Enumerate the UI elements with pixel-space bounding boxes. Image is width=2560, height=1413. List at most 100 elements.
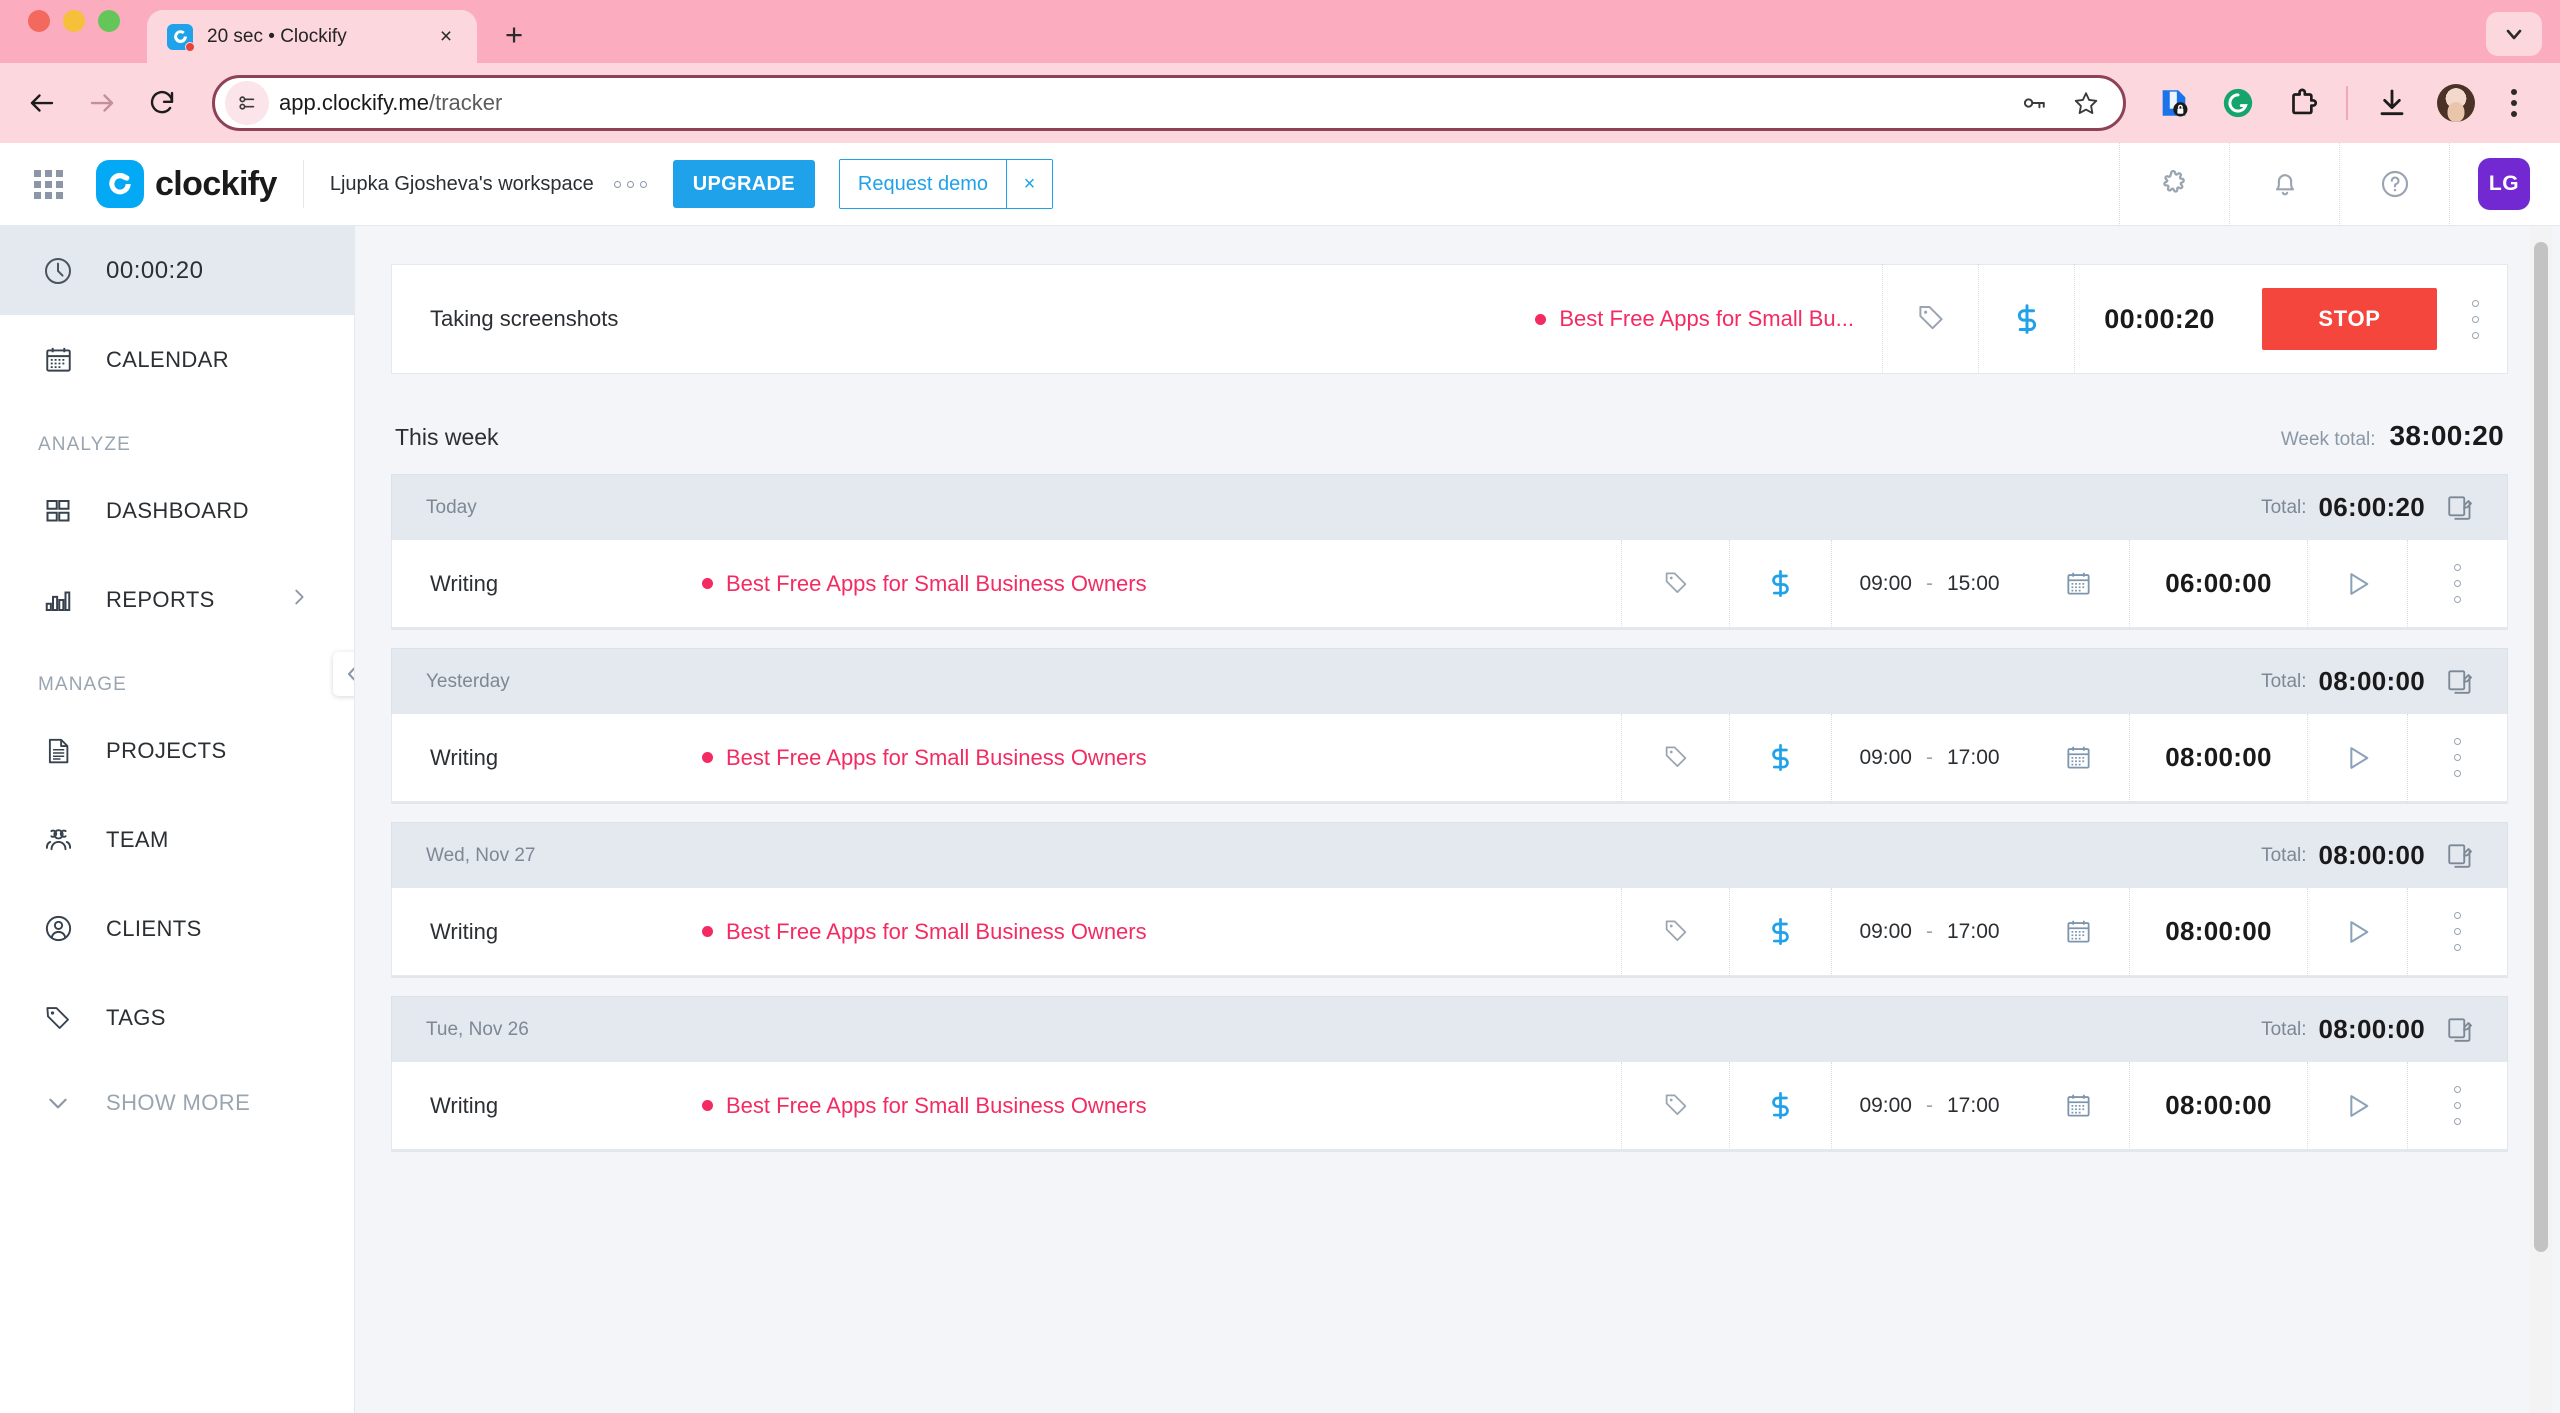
entry-description[interactable]: Writing — [392, 919, 702, 945]
entry-date-picker-icon[interactable] — [2027, 888, 2129, 976]
entry-project-selector[interactable]: Best Free Apps for Small Business Owners — [702, 1093, 1621, 1119]
entry-project-selector[interactable]: Best Free Apps for Small Business Owners — [702, 919, 1621, 945]
time-entry-row[interactable]: Writing Best Free Apps for Small Busines… — [391, 887, 2508, 976]
week-total-value: 38:00:20 — [2389, 420, 2504, 451]
timer-duration[interactable]: 00:00:20 — [2074, 264, 2244, 374]
tab-search-chevron-down-icon[interactable] — [2486, 12, 2542, 56]
entry-billable-button[interactable] — [1729, 539, 1831, 628]
entry-billable-button[interactable] — [1729, 713, 1831, 802]
entry-tag-button[interactable] — [1621, 1061, 1729, 1150]
entry-end-time: 17:00 — [1947, 745, 2000, 769]
request-demo-button[interactable]: Request demo — [839, 160, 1006, 208]
workspace-options-icon[interactable] — [613, 180, 647, 188]
entry-project-selector[interactable]: Best Free Apps for Small Business Owners — [702, 571, 1621, 597]
sidebar-item-tags[interactable]: TAGS — [0, 973, 354, 1062]
entry-project-selector[interactable]: Best Free Apps for Small Business Owners — [702, 745, 1621, 771]
entry-date-picker-icon[interactable] — [2027, 1062, 2129, 1150]
page-scrollbar-thumb[interactable] — [2534, 242, 2548, 1252]
password-manager-extension-icon[interactable] — [2150, 79, 2198, 127]
play-icon[interactable] — [2307, 887, 2407, 976]
avatar[interactable]: LG — [2478, 158, 2530, 210]
play-icon[interactable] — [2307, 539, 2407, 628]
clients-person-icon — [38, 913, 78, 944]
entry-time-range[interactable]: 09:00 - 15:00 — [1831, 539, 2027, 628]
entry-time-range[interactable]: 09:00 - 17:00 — [1831, 1061, 2027, 1150]
workspace-name[interactable]: Ljupka Gjosheva's workspace — [330, 173, 594, 196]
entry-billable-button[interactable] — [1729, 887, 1831, 976]
collapse-sidebar-icon[interactable] — [333, 652, 354, 696]
entry-date-picker-icon[interactable] — [2027, 714, 2129, 802]
site-settings-icon[interactable] — [225, 81, 269, 125]
sidebar-item-time-tracker[interactable]: 00:00:20 — [0, 226, 354, 315]
timer-more-options-icon[interactable] — [2443, 264, 2507, 374]
timer-project-selector[interactable]: Best Free Apps for Small Bu... — [1535, 306, 1882, 332]
browser-tab[interactable]: 20 sec • Clockify × — [147, 10, 477, 63]
clockify-logo[interactable]: clockify — [96, 160, 277, 208]
grammarly-extension-icon[interactable] — [2214, 79, 2262, 127]
close-demo-icon[interactable]: × — [1006, 160, 1052, 208]
duplicate-day-icon[interactable] — [2445, 841, 2475, 871]
time-entry-row[interactable]: Writing Best Free Apps for Small Busines… — [391, 539, 2508, 628]
forward-button[interactable] — [74, 75, 130, 131]
integrations-puzzle-icon[interactable] — [2119, 142, 2229, 226]
address-bar[interactable]: app.clockify.me/tracker — [212, 75, 2126, 131]
notifications-bell-icon[interactable] — [2229, 142, 2339, 226]
timer-tag-button[interactable] — [1882, 264, 1978, 374]
duplicate-day-icon[interactable] — [2445, 493, 2475, 523]
entry-billable-button[interactable] — [1729, 1061, 1831, 1150]
chevron-right-icon[interactable] — [288, 586, 310, 614]
sidebar-item-reports[interactable]: REPORTS — [0, 555, 354, 644]
minimize-window-button[interactable] — [63, 9, 85, 32]
sidebar-item-dashboard[interactable]: DASHBOARD — [0, 466, 354, 555]
timer-description-input[interactable]: Taking screenshots — [430, 306, 1535, 332]
sidebar-item-clients[interactable]: CLIENTS — [0, 884, 354, 973]
entry-duration[interactable]: 08:00:00 — [2129, 1061, 2307, 1150]
entry-tag-button[interactable] — [1621, 539, 1729, 628]
entry-time-range[interactable]: 09:00 - 17:00 — [1831, 713, 2027, 802]
timer-billable-button[interactable] — [1978, 264, 2074, 374]
page-scrollbar[interactable] — [2530, 226, 2552, 1413]
entry-tag-button[interactable] — [1621, 887, 1729, 976]
sidebar-show-more[interactable]: SHOW MORE — [0, 1062, 354, 1144]
sidebar-group-manage: MANAGE — [38, 674, 127, 695]
entry-tag-button[interactable] — [1621, 713, 1729, 802]
stop-button[interactable]: STOP — [2262, 288, 2437, 350]
entry-date-picker-icon[interactable] — [2027, 540, 2129, 628]
entry-description[interactable]: Writing — [392, 571, 702, 597]
sidebar-item-calendar[interactable]: CALENDAR — [0, 315, 354, 404]
duplicate-day-icon[interactable] — [2445, 1015, 2475, 1045]
entry-more-options-icon[interactable] — [2407, 887, 2507, 976]
entry-more-options-icon[interactable] — [2407, 1061, 2507, 1150]
apps-grid-icon[interactable] — [28, 164, 68, 204]
download-icon[interactable] — [2368, 79, 2416, 127]
entry-time-range[interactable]: 09:00 - 17:00 — [1831, 887, 2027, 976]
help-question-icon[interactable] — [2339, 142, 2449, 226]
entry-description[interactable]: Writing — [392, 1093, 702, 1119]
new-tab-button[interactable]: + — [491, 12, 537, 58]
time-entry-row[interactable]: Writing Best Free Apps for Small Busines… — [391, 713, 2508, 802]
close-window-button[interactable] — [28, 9, 50, 32]
star-icon[interactable] — [2065, 82, 2107, 124]
sidebar-item-projects[interactable]: PROJECTS — [0, 706, 354, 795]
brand-name: clockify — [155, 164, 277, 203]
time-entry-row[interactable]: Writing Best Free Apps for Small Busines… — [391, 1061, 2508, 1150]
key-icon[interactable] — [2013, 82, 2055, 124]
duplicate-day-icon[interactable] — [2445, 667, 2475, 697]
maximize-window-button[interactable] — [98, 9, 120, 32]
entry-duration[interactable]: 08:00:00 — [2129, 713, 2307, 802]
sidebar-item-team[interactable]: TEAM — [0, 795, 354, 884]
profile-avatar[interactable] — [2432, 79, 2480, 127]
entry-more-options-icon[interactable] — [2407, 713, 2507, 802]
close-tab-button[interactable]: × — [433, 24, 459, 50]
play-icon[interactable] — [2307, 1061, 2407, 1150]
entry-duration[interactable]: 08:00:00 — [2129, 887, 2307, 976]
upgrade-button[interactable]: UPGRADE — [672, 160, 815, 208]
back-button[interactable] — [14, 75, 70, 131]
entry-duration[interactable]: 06:00:00 — [2129, 539, 2307, 628]
play-icon[interactable] — [2307, 713, 2407, 802]
entry-more-options-icon[interactable] — [2407, 539, 2507, 628]
three-dot-menu-icon[interactable] — [2490, 79, 2538, 127]
reload-button[interactable] — [134, 75, 190, 131]
extensions-puzzle-icon[interactable] — [2278, 79, 2326, 127]
entry-description[interactable]: Writing — [392, 745, 702, 771]
